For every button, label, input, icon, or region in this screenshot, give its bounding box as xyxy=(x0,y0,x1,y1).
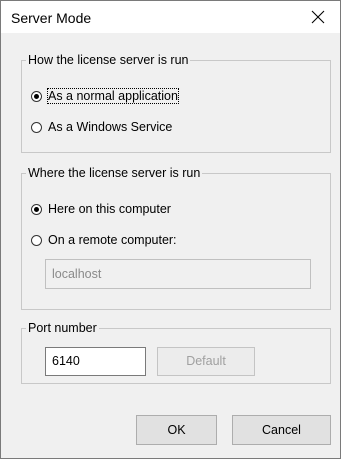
port-legend: Port number xyxy=(26,321,99,335)
title-bar: Server Mode xyxy=(1,1,340,33)
radio-this-computer[interactable]: Here on this computer xyxy=(31,200,171,218)
window-title: Server Mode xyxy=(11,10,92,26)
close-button[interactable] xyxy=(296,1,340,33)
radio-label: As a normal application xyxy=(47,88,179,104)
radio-windows-service[interactable]: As a Windows Service xyxy=(31,118,172,136)
radio-button[interactable] xyxy=(31,121,42,133)
default-button[interactable]: Default xyxy=(157,347,255,376)
close-icon xyxy=(311,10,325,24)
radio-label: As a Windows Service xyxy=(48,120,173,134)
port-input[interactable]: 6140 xyxy=(45,347,146,376)
location-legend: Where the license server is run xyxy=(26,166,203,180)
server-mode-dialog: Server Mode How the license server is ru… xyxy=(0,0,341,459)
radio-normal-application[interactable]: As a normal application xyxy=(31,87,179,105)
cancel-button[interactable]: Cancel xyxy=(232,415,331,445)
radio-label: On a remote computer: xyxy=(48,233,177,247)
radio-button[interactable] xyxy=(31,90,42,102)
radio-remote-computer[interactable]: On a remote computer: xyxy=(31,231,177,249)
remote-host-input[interactable]: localhost xyxy=(45,259,311,289)
radio-button[interactable] xyxy=(31,234,42,246)
radio-button[interactable] xyxy=(31,203,42,215)
radio-label: Here on this computer xyxy=(48,202,171,216)
run-mode-legend: How the license server is run xyxy=(26,53,191,67)
ok-button[interactable]: OK xyxy=(136,415,217,445)
